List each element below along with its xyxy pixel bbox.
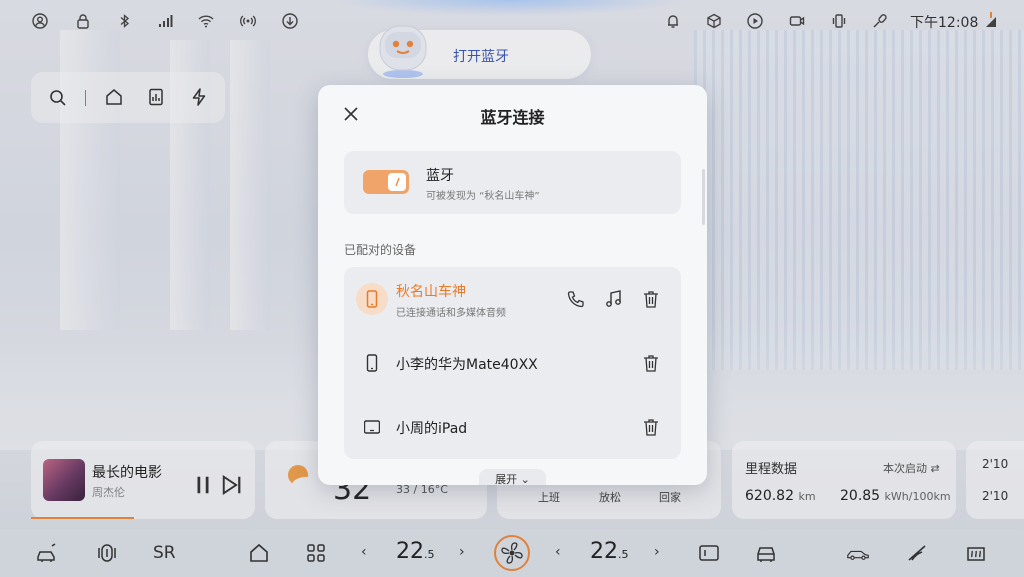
bluetooth-toggle[interactable]: [363, 170, 409, 194]
device-row[interactable]: 秋名山车神 已连接通话和多媒体音频: [344, 267, 681, 331]
scrollbar[interactable]: [702, 169, 705, 225]
bluetooth-toggle-card: 蓝牙 可被发现为 “秋名山车神”: [344, 151, 681, 214]
device-row[interactable]: 小李的华为Mate40XX: [344, 331, 681, 395]
tablet-icon: [356, 411, 388, 443]
phone-icon: [356, 347, 388, 379]
device-name: 小李的华为Mate40XX: [396, 357, 538, 373]
paired-devices-list: 秋名山车神 已连接通话和多媒体音频 小李的华为Mate40XX 小周的iPad: [344, 267, 681, 459]
device-row[interactable]: 小周的iPad: [344, 395, 681, 459]
delete-icon[interactable]: [641, 417, 661, 437]
delete-icon[interactable]: [641, 289, 661, 309]
bluetooth-visibility-text: 可被发现为 “秋名山车神”: [426, 191, 540, 202]
device-name: 秋名山车神: [396, 284, 466, 300]
delete-icon[interactable]: [641, 353, 661, 373]
device-status: 已连接通话和多媒体音频: [396, 308, 506, 319]
phone-call-icon[interactable]: [566, 289, 586, 309]
bluetooth-dialog: 蓝牙连接 蓝牙 可被发现为 “秋名山车神” 已配对的设备 秋名山车神 已连接通话…: [318, 85, 707, 485]
phone-icon: [356, 283, 388, 315]
expand-button[interactable]: 展开 ⌄: [479, 469, 546, 485]
device-name: 小周的iPad: [396, 421, 468, 437]
bluetooth-label: 蓝牙: [426, 168, 454, 184]
dialog-title: 蓝牙连接: [480, 108, 545, 127]
toggle-knob: [388, 173, 406, 191]
music-note-icon[interactable]: [604, 289, 624, 309]
paired-devices-label: 已配对的设备: [344, 243, 417, 257]
